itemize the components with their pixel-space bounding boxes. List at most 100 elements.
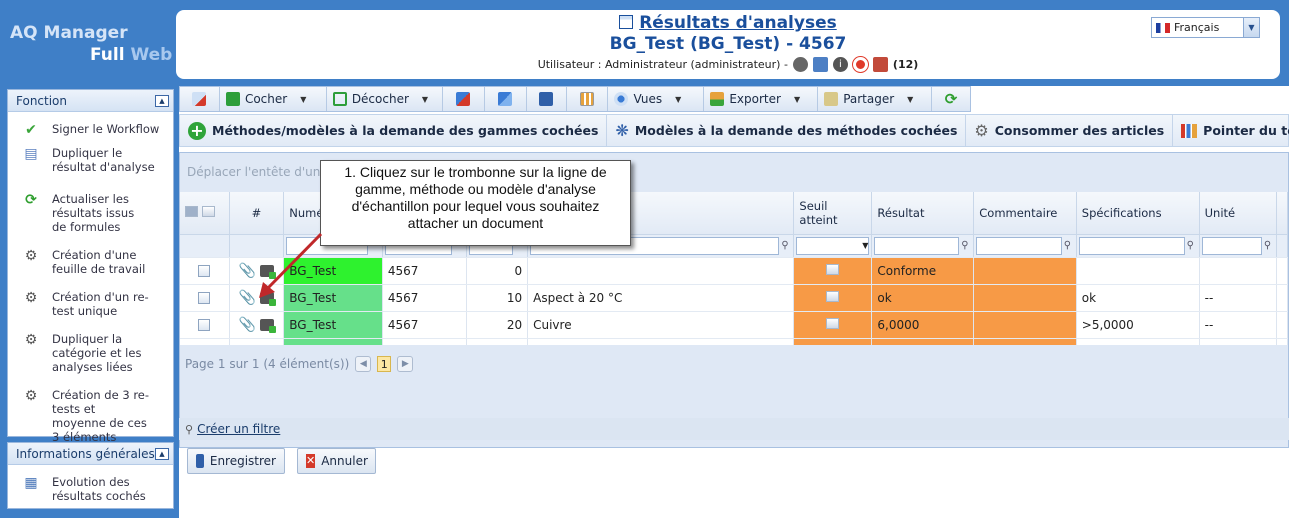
sidebar-item-feuille-travail[interactable]: ⚙ Création d'une feuille de travail [8,248,173,290]
create-filter-link[interactable]: Créer un filtre [197,422,280,436]
save-layout-button[interactable] [527,87,567,111]
table-row[interactable]: 📎 BG_Test 4567 0 Conforme [180,257,1289,285]
home-icon[interactable] [812,57,828,72]
paperclip-icon[interactable]: 📎 [239,263,256,279]
page-title[interactable]: Résultats d'analyses [176,13,1280,33]
tree-expand-icon [456,92,471,106]
consommer-articles-button[interactable]: ⚙ Consommer des articles [966,115,1174,146]
info-title: Informations générales [16,446,155,461]
refresh-icon: ⟳ [25,192,37,208]
cell-resultat[interactable]: Conforme [871,257,975,285]
french-flag-icon [1156,22,1170,33]
sidebar-item-retest-unique[interactable]: ⚙ Création d'un re-test unique [8,290,173,332]
column-header-unite[interactable]: Unité [1199,192,1277,235]
filter-icon[interactable]: ⚲ [1064,240,1071,251]
checkbox-checked-icon [225,92,240,106]
delete-button[interactable] [180,87,220,111]
row-checkbox[interactable] [198,265,211,277]
column-header-resultat[interactable]: Résultat [871,192,975,235]
camera-add-icon[interactable] [260,319,277,333]
columns-button[interactable] [567,87,609,111]
uncheck-all-icon[interactable] [201,205,215,217]
table-row[interactable]: 📎 BG_Test 4567 20 Cuivre 6,0000 >5,0000 … [180,311,1289,339]
sidebar-item-dupliquer-resultat[interactable]: ▤ Dupliquer le résultat d'analyse [8,144,173,192]
filter-input-resultat[interactable] [874,236,960,255]
notifications-icon[interactable] [872,57,888,72]
filter-icon[interactable]: ⚲ [1187,240,1194,251]
modeles-methodes-button[interactable]: ❋ Modèles à la demande des méthodes coché… [607,115,967,146]
sidebar-item-actualiser-resultats[interactable]: ⟳ Actualiser les résultats issus de form… [8,192,173,248]
filter-select-seuil[interactable]: ▼ [796,236,870,255]
column-header-seuil-atteint[interactable]: Seuil atteint [793,192,873,235]
chevron-down-icon[interactable]: ▼ [300,95,306,104]
collapse-tree-button[interactable] [485,87,527,111]
filter-icon[interactable]: ⚲ [1264,240,1271,251]
partager-button[interactable]: Partager ▼ [818,87,933,111]
row-checkbox[interactable] [198,319,211,331]
current-page-button[interactable]: 1 [377,356,392,372]
filter-input-specifications[interactable] [1078,236,1185,255]
cell-resultat[interactable]: 6,0000 [871,311,975,339]
sidebar-item-trois-retests[interactable]: ⚙ Création de 3 re-tests et moyenne de c… [8,388,173,444]
seuil-checkbox[interactable] [826,317,840,329]
cocher-button[interactable]: Cocher ▼ [220,87,327,111]
sidebar-item-evolution[interactable]: ▦ Evolution des résultats cochés [8,465,173,503]
checkmark-icon: ✔ [25,122,37,138]
prev-page-button[interactable]: ◀ [355,356,372,372]
save-button[interactable]: Enregistrer [187,448,285,474]
exporter-button[interactable]: Exporter ▼ [704,87,819,111]
share-icon [824,92,839,106]
chevron-down-icon[interactable]: ▼ [1243,18,1259,37]
chevron-down-icon[interactable]: ▼ [794,95,800,104]
row-checkbox[interactable] [198,292,211,304]
app-logo: AQ Manager Full Web [10,22,172,66]
sidebar-item-signer-workflow[interactable]: ✔ Signer le Workflow [8,122,173,144]
methodes-modeles-button[interactable]: + Méthodes/modèles à la demande des gamme… [180,115,608,146]
next-page-button[interactable]: ▶ [397,356,414,372]
filter-icon[interactable]: ⚲ [961,240,968,251]
results-table-icon [619,15,634,29]
page-subtitle: BG_Test (BG_Test) - 4567 [609,34,847,54]
help-lifebuoy-icon[interactable] [852,57,868,72]
column-header-commentaire[interactable]: Commentaire [973,192,1077,235]
info-icon[interactable]: i [832,57,848,72]
paperclip-icon[interactable]: 📎 [239,290,256,306]
expand-tree-button[interactable] [443,87,485,111]
pointer-temps-button[interactable]: Pointer du temps c [1173,115,1289,146]
collapse-icon[interactable]: ▲ [155,94,169,107]
pointer-arrow [259,232,323,298]
sidebar-item-dupliquer-categorie[interactable]: ⚙ Dupliquer la catégorie et les analyses… [8,332,173,388]
cell-resultat[interactable]: ok [871,284,975,312]
cell-unite: -- [1199,311,1277,339]
filter-input-commentaire[interactable] [976,236,1062,255]
chevron-down-icon[interactable]: ▼ [907,95,913,104]
logo-line2: Full Web [90,45,173,65]
gear-icon: ⚙ [974,121,989,140]
column-header-specifications[interactable]: Spécifications [1076,192,1200,235]
seuil-checkbox[interactable] [826,263,840,275]
cell-commentaire[interactable] [973,284,1077,312]
chevron-down-icon[interactable]: ▼ [422,95,428,104]
cell-commentaire[interactable] [973,257,1077,285]
cancel-button[interactable]: ✕ Annuler [297,448,376,474]
settings-icon[interactable] [792,57,808,72]
add-circle-icon: + [188,121,206,140]
language-select[interactable]: Français ▼ [1151,17,1260,38]
filter-icon[interactable]: ⚲ [781,240,788,251]
info-panel: Informations générales ▲ ▦ Evolution des… [7,442,174,509]
table-row[interactable]: 📎 BG_Test 4567 10 Aspect à 20 °C ok ok -… [180,284,1289,312]
vues-button[interactable]: Vues ▼ [608,87,705,111]
decocher-button[interactable]: Décocher ▼ [327,87,443,111]
paperclip-add-icon[interactable]: 📎 [239,317,256,333]
cell-commentaire[interactable] [973,311,1077,339]
refresh-button[interactable]: ⟳ [932,87,970,111]
select-all-header[interactable] [180,192,230,235]
cell-specifications: ok [1076,284,1200,312]
collapse-icon[interactable]: ▲ [155,447,169,460]
chevron-down-icon[interactable]: ▼ [675,95,681,104]
check-all-icon[interactable] [185,205,198,217]
seuil-checkbox[interactable] [826,290,840,302]
filter-input-unite[interactable] [1201,236,1262,255]
column-header-hash[interactable]: # [229,192,285,235]
notifications-count: (12) [892,58,919,71]
